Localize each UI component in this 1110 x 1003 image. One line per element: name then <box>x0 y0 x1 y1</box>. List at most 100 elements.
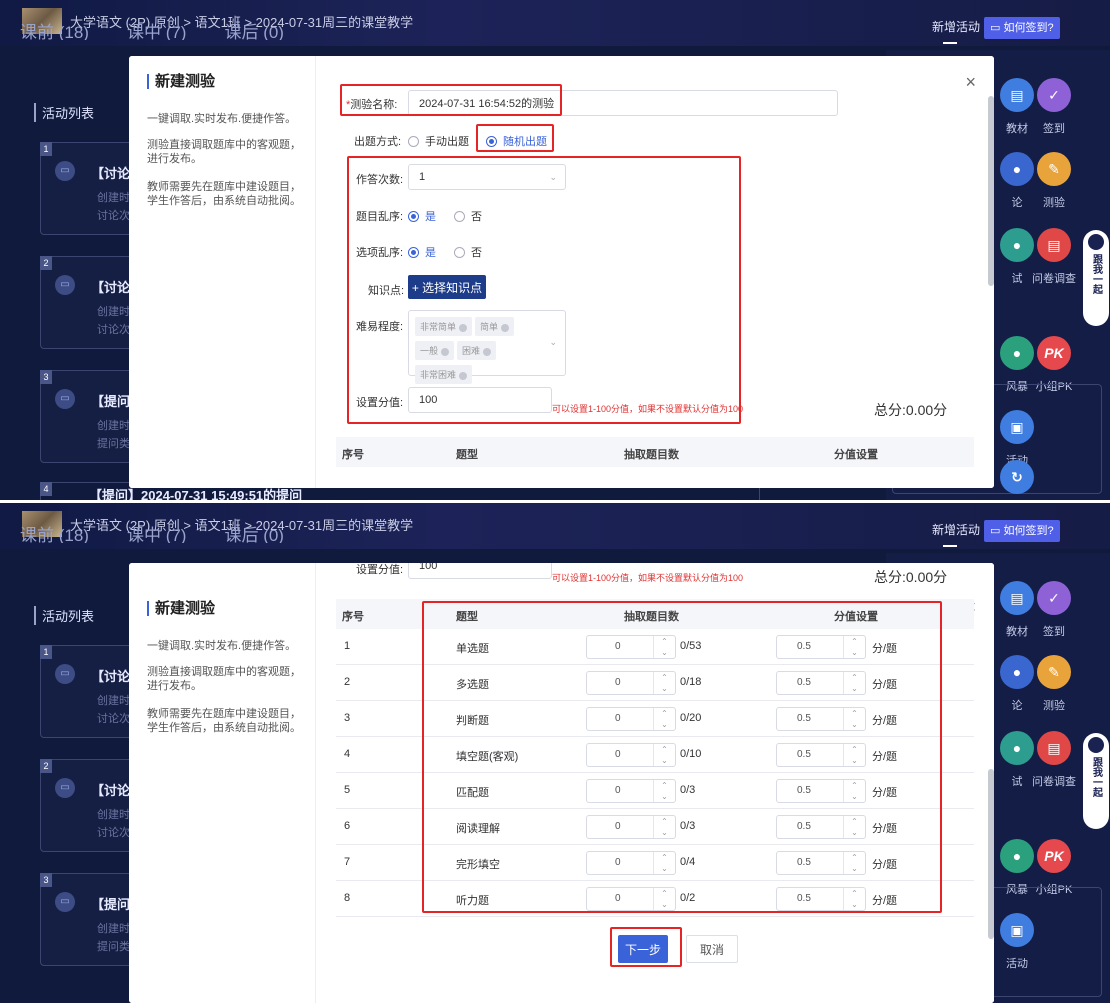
card-number: 4 <box>40 482 52 496</box>
card-line: 创建时 <box>97 306 130 318</box>
question-icon: ▭ <box>55 892 75 912</box>
card-line: 创建时 <box>97 695 130 707</box>
discussion-icon: ▭ <box>55 275 75 295</box>
total-score: 总分:0.00分 <box>874 569 948 585</box>
shuffle-options-yes[interactable]: 是 <box>408 244 436 260</box>
score-input[interactable]: 100 <box>408 387 552 413</box>
signin-tool[interactable]: ✓ 签到 <box>1022 581 1086 639</box>
col-header: 分值设置 <box>834 449 878 461</box>
col-header: 序号 <box>342 449 364 461</box>
scrollbar[interactable] <box>988 769 994 939</box>
modal-desc: 教师需要先在题库中建设题目，学生作答后，由系统自动批阅。 <box>147 181 301 207</box>
new-activity-underline <box>943 42 957 44</box>
card-line: 提问类 <box>97 941 130 953</box>
difficulty-label: 难易程度: <box>356 321 404 333</box>
card-line: 提问类 <box>97 438 130 450</box>
screenshot-panel-top: 大学语文 (2P) 原创 > 语文1班 > 2024-07-31周三的课堂教学 … <box>0 0 1110 500</box>
difficulty-tag[interactable]: 困难 <box>457 341 497 360</box>
new-quiz-modal: 新建测验 一键调取.实时发布.便捷作答。 测验直接调取题库中的客观题，进行发布。… <box>129 563 994 1003</box>
difficulty-tag[interactable]: 一般 <box>415 341 455 360</box>
activity-tool[interactable]: ▣活动 <box>985 913 1049 971</box>
how-signin-button[interactable]: ▭ 如何签到? <box>984 520 1060 542</box>
modal-info: 新建测验 一键调取.实时发布.便捷作答。 测验直接调取题库中的客观题，进行发布。… <box>129 563 315 1003</box>
activity-icon: ▣ <box>1000 913 1034 947</box>
refresh-tool[interactable]: ↻ <box>985 460 1049 494</box>
col-header: 题型 <box>456 449 478 461</box>
discussion-icon: ▭ <box>55 161 75 181</box>
survey-tool[interactable]: ▤ 问卷调查 <box>1022 731 1086 789</box>
phase-tabs: 课前 (18) 课中 (7) 课后 (0) <box>20 521 322 543</box>
card-number: 3 <box>40 873 52 887</box>
shuffle-questions-no[interactable]: 否 <box>454 208 482 224</box>
score-label: 设置分值: <box>356 397 404 409</box>
modal-desc: 测验直接调取题库中的客观题，进行发布。 <box>147 139 301 165</box>
score-label: 设置分值: <box>356 564 404 576</box>
row-number: 2 <box>344 676 351 688</box>
card-line: 创建时 <box>97 420 130 432</box>
pk-icon: PK <box>1037 839 1071 873</box>
assistant-robot[interactable]: 跟我一起 <box>1083 733 1109 829</box>
signin-tool[interactable]: ✓ 签到 <box>1022 78 1086 136</box>
new-activity-underline <box>943 545 957 547</box>
total-score: 总分:0.00分 <box>874 402 948 418</box>
signin-icon: ✓ <box>1037 581 1071 615</box>
signin-icon: ✓ <box>1037 78 1071 112</box>
quiz-tool[interactable]: ✎ 测验 <box>1022 655 1086 713</box>
shuffle-options-no[interactable]: 否 <box>454 244 482 260</box>
row-number: 3 <box>344 712 351 724</box>
shuffle-questions-label: 题目乱序: <box>356 211 404 223</box>
highlight-box <box>422 601 942 913</box>
card-number: 3 <box>40 370 52 384</box>
row-number: 1 <box>344 640 351 652</box>
difficulty-tag[interactable]: 非常困难 <box>415 365 473 384</box>
new-activity-tab[interactable]: 新增活动 <box>932 18 980 35</box>
robot-icon <box>1088 234 1104 250</box>
card-line: 创建时 <box>97 923 130 935</box>
mode-label: 出题方式: <box>354 136 402 148</box>
assistant-robot[interactable]: 跟我一起 <box>1083 230 1109 326</box>
col-header: 抽取题目数 <box>624 449 679 461</box>
quiz-icon: ✎ <box>1037 655 1071 689</box>
row-number: 5 <box>344 784 351 796</box>
score-input[interactable]: 100 <box>408 563 552 579</box>
scrollbar[interactable] <box>988 96 994 286</box>
tab-after[interactable]: 课后 (0) <box>224 526 284 543</box>
highlight-box <box>610 927 682 967</box>
modal-title: 新建测验 <box>147 74 215 89</box>
robot-icon <box>1088 737 1104 753</box>
tab-during[interactable]: 课中 (7) <box>127 23 187 40</box>
how-signin-button[interactable]: ▭ 如何签到? <box>984 17 1060 39</box>
activity-list-title: 活动列表 <box>34 606 94 625</box>
row-number: 6 <box>344 820 351 832</box>
card-number: 2 <box>40 759 52 773</box>
modal-info: 新建测验 一键调取.实时发布.便捷作答。 测验直接调取题库中的客观题，进行发布。… <box>129 56 315 488</box>
tab-after[interactable]: 课后 (0) <box>224 23 284 40</box>
tab-before[interactable]: 课前 (18) <box>20 23 89 40</box>
close-icon[interactable]: × <box>965 72 976 93</box>
card-line: 讨论次 <box>97 827 130 839</box>
difficulty-select[interactable]: 非常简单 简单一般 困难非常困难 ⌄ <box>408 310 566 384</box>
row-number: 8 <box>344 892 351 904</box>
new-activity-tab[interactable]: 新增活动 <box>932 521 980 538</box>
difficulty-tag[interactable]: 非常简单 <box>415 317 473 336</box>
card-number: 2 <box>40 256 52 270</box>
difficulty-tag[interactable]: 简单 <box>475 317 515 336</box>
attempts-label: 作答次数: <box>356 174 404 186</box>
shuffle-questions-yes[interactable]: 是 <box>408 208 436 224</box>
select-knowledge-button[interactable]: + 选择知识点 <box>408 275 486 299</box>
discussion-icon: ▭ <box>55 778 75 798</box>
table-header: 序号 题型 抽取题目数 分值设置 <box>336 437 974 467</box>
row-number: 7 <box>344 856 351 868</box>
mode-manual-radio[interactable]: 手动出题 <box>408 133 469 149</box>
knowledge-label: 知识点: <box>368 285 405 297</box>
tab-before[interactable]: 课前 (18) <box>20 526 89 543</box>
attempts-select[interactable]: 1 ⌄ <box>408 164 566 190</box>
survey-tool[interactable]: ▤ 问卷调查 <box>1022 228 1086 286</box>
modal-desc: 一键调取.实时发布.便捷作答。 <box>147 113 297 125</box>
col-header: 序号 <box>342 611 364 623</box>
cancel-button[interactable]: 取消 <box>686 935 738 963</box>
tab-during[interactable]: 课中 (7) <box>127 526 187 543</box>
modal-desc: 教师需要先在题库中建设题目，学生作答后，由系统自动批阅。 <box>147 708 301 734</box>
discussion-icon: ▭ <box>55 664 75 684</box>
quiz-tool[interactable]: ✎ 测验 <box>1022 152 1086 210</box>
